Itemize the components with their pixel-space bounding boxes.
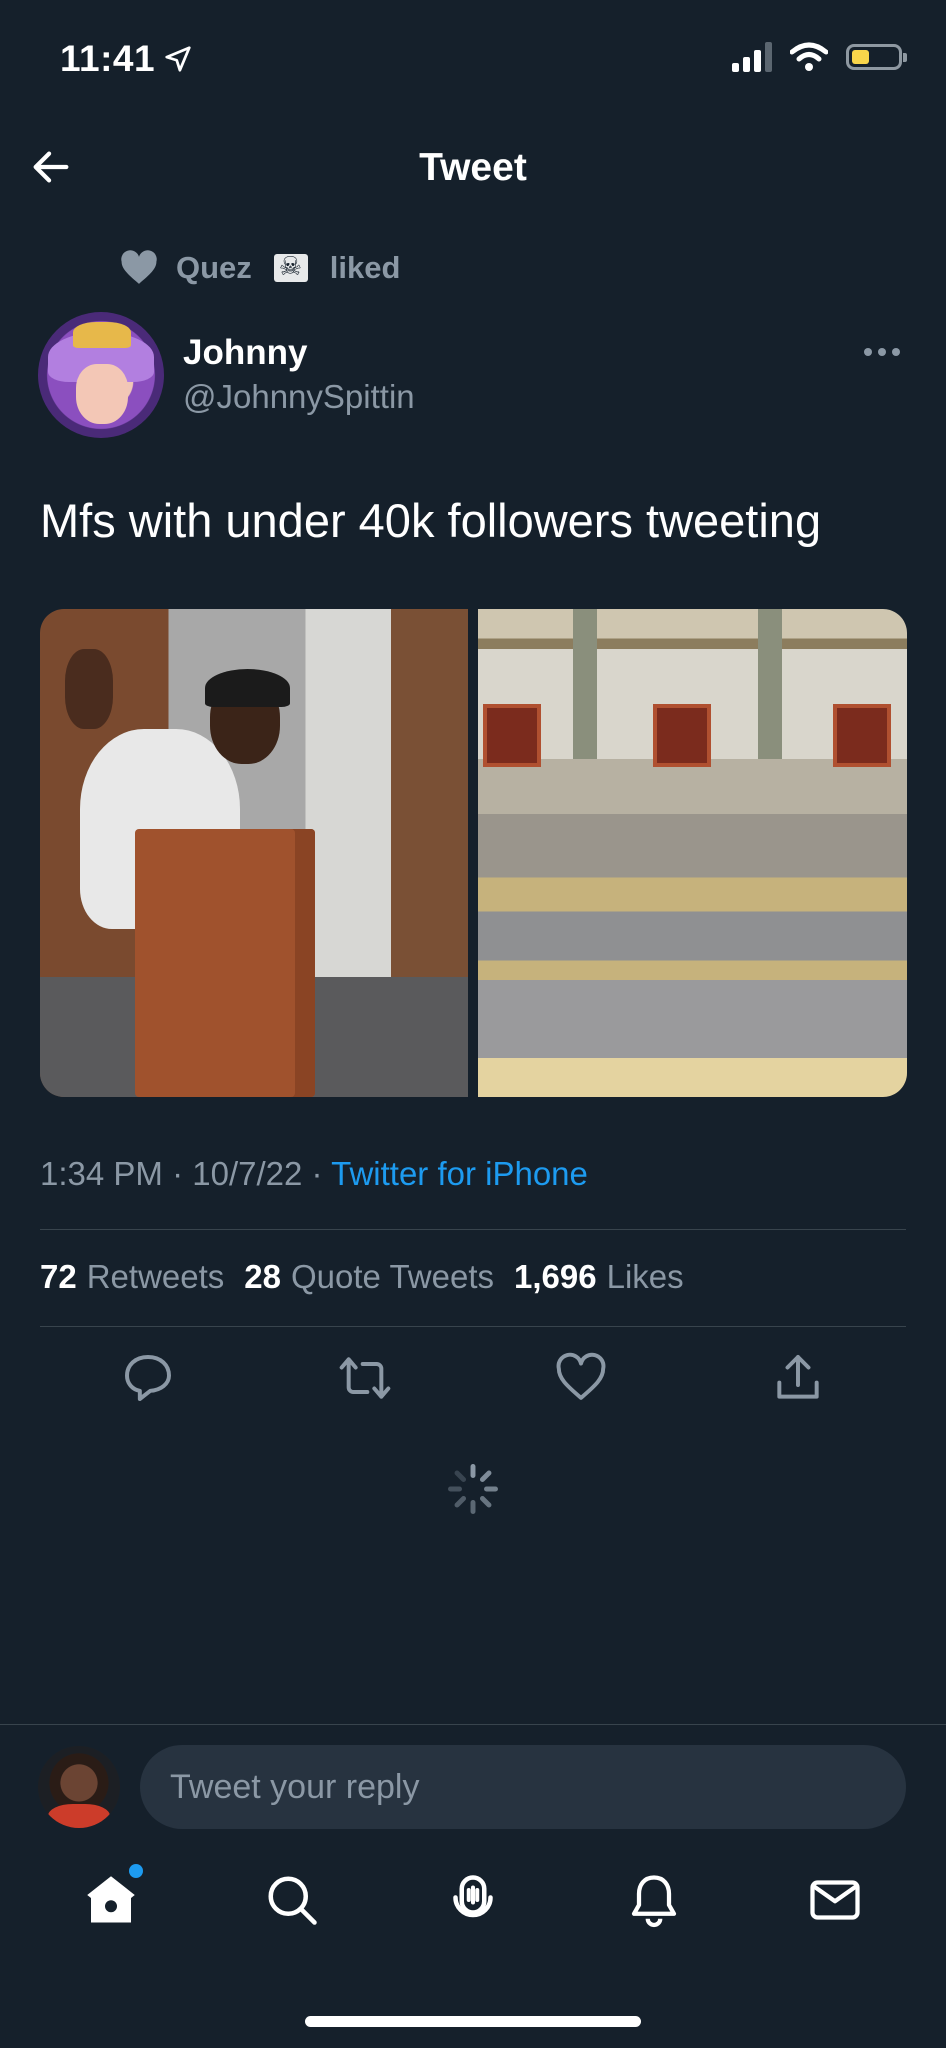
reply-placeholder: Tweet your reply [170, 1767, 420, 1806]
divider [40, 1326, 906, 1327]
author-handle[interactable]: @JohnnySpittin [183, 378, 415, 416]
tweet-text: Mfs with under 40k followers tweeting [40, 494, 822, 547]
messages-icon [810, 1880, 860, 1920]
tweet-media [40, 609, 907, 1097]
notifications-icon [632, 1875, 677, 1928]
tab-home[interactable] [81, 1864, 143, 1930]
tweet-stats: 72 Retweets 28 Quote Tweets 1,696 Likes [40, 1258, 684, 1296]
divider [40, 1229, 906, 1230]
retweet-icon[interactable] [337, 1350, 393, 1406]
search-icon [268, 1876, 317, 1925]
tweet-source-link[interactable]: Twitter for iPhone [331, 1155, 588, 1192]
more-options-icon[interactable] [862, 346, 902, 358]
tweet-date: 10/7/22 [192, 1155, 303, 1192]
media-photo-empty-hall[interactable] [478, 609, 907, 1097]
notification-dot [128, 1864, 143, 1878]
meta-separator: · [172, 1155, 184, 1192]
tweet-time: 1:34 PM [40, 1155, 163, 1192]
battery-icon [846, 44, 907, 70]
pirate-flag-icon [273, 251, 308, 282]
clock-text: 11:41 [60, 38, 156, 79]
liker-name[interactable]: Quez [176, 250, 252, 286]
current-user-avatar[interactable] [38, 1746, 120, 1828]
reply-input[interactable]: Tweet your reply [140, 1745, 906, 1829]
social-context[interactable]: Quez liked [120, 250, 400, 286]
retweets-stat[interactable]: 72 Retweets [40, 1258, 224, 1296]
author-display-name[interactable]: Johnny [183, 333, 307, 373]
meta-separator: · [311, 1155, 323, 1192]
liked-label: liked [329, 250, 401, 285]
tab-messages[interactable] [805, 1870, 865, 1930]
bottom-tab-bar [0, 1864, 946, 1930]
like-icon[interactable] [553, 1350, 609, 1406]
author-avatar[interactable] [38, 312, 164, 438]
reply-icon[interactable] [120, 1350, 176, 1406]
likes-stat[interactable]: 1,696 Likes [514, 1258, 684, 1296]
location-arrow-icon [165, 46, 191, 72]
heart-icon [121, 250, 157, 284]
tab-notifications[interactable] [624, 1870, 684, 1930]
loading-spinner-icon [448, 1464, 498, 1514]
tweet-timestamp: 1:34 PM · 10/7/22 · Twitter for iPhone [40, 1155, 588, 1193]
status-bar-time: 11:41 [60, 38, 193, 80]
home-indicator[interactable] [305, 2016, 641, 2027]
quote-tweets-stat[interactable]: 28 Quote Tweets [244, 1258, 494, 1296]
tab-spaces[interactable] [443, 1870, 503, 1930]
tweet-action-bar [40, 1350, 906, 1406]
share-icon[interactable] [770, 1350, 826, 1406]
spaces-icon [453, 1875, 493, 1918]
status-bar-indicators [732, 42, 907, 72]
media-photo-speaker[interactable] [40, 609, 468, 1097]
cellular-signal-icon [732, 42, 772, 72]
page-title: Tweet [419, 146, 527, 189]
divider [0, 1724, 946, 1725]
home-icon [86, 1876, 135, 1923]
tab-search[interactable] [262, 1870, 322, 1930]
wifi-icon [790, 42, 828, 71]
